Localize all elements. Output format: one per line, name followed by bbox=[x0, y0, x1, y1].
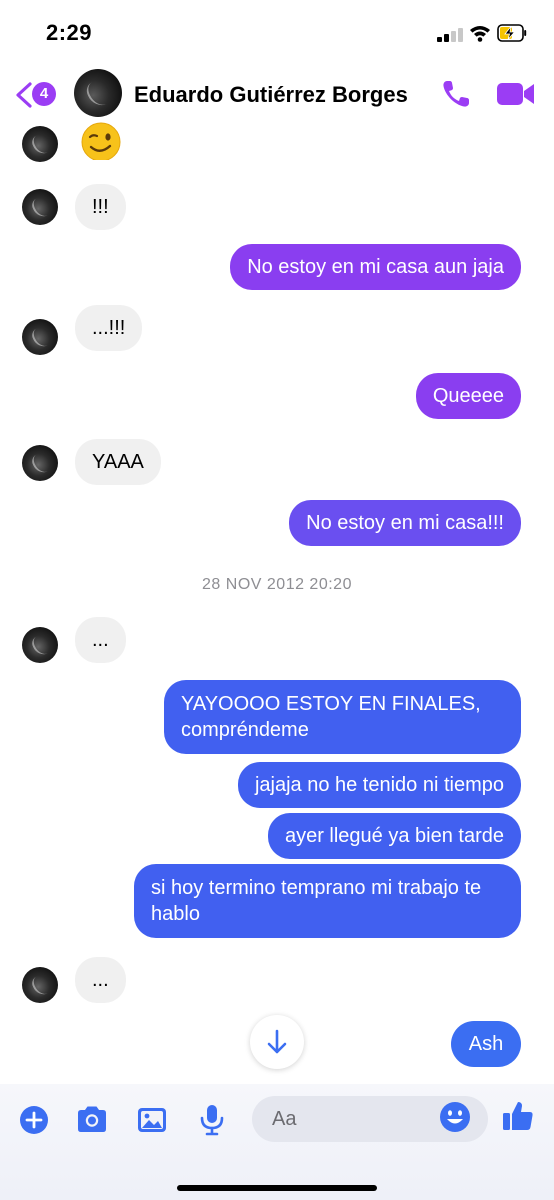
contact-avatar-small bbox=[22, 967, 58, 1003]
incoming-message[interactable]: YAAA bbox=[75, 439, 161, 485]
incoming-message[interactable]: ... bbox=[75, 957, 126, 1003]
video-call-icon[interactable] bbox=[496, 80, 536, 108]
back-button[interactable]: 4 bbox=[14, 78, 60, 110]
outgoing-message[interactable]: jajaja no he tenido ni tiempo bbox=[237, 762, 521, 808]
incoming-message[interactable]: ... bbox=[75, 617, 126, 663]
outgoing-message[interactable]: No estoy en mi casa!!! bbox=[289, 500, 521, 546]
battery-charging-icon bbox=[497, 24, 527, 42]
contact-avatar-small bbox=[22, 445, 58, 481]
conversation-timestamp: 28 NOV 2012 20:20 bbox=[202, 576, 352, 593]
contact-avatar[interactable] bbox=[74, 69, 122, 117]
microphone-icon[interactable] bbox=[194, 1102, 230, 1138]
thumbs-up-icon[interactable] bbox=[500, 1098, 536, 1134]
outgoing-message[interactable]: YAYOOOO ESTOY EN FINALES, compréndeme bbox=[164, 680, 521, 754]
contact-avatar-small bbox=[22, 189, 58, 225]
status-bar: 2:29 bbox=[0, 0, 554, 66]
quick-reply-button[interactable]: Ash bbox=[451, 1021, 521, 1067]
emoji-icon[interactable] bbox=[438, 1100, 472, 1134]
message-input[interactable] bbox=[272, 1096, 432, 1142]
image-icon[interactable] bbox=[134, 1102, 170, 1138]
incoming-message[interactable]: ...!!! bbox=[75, 305, 143, 351]
contact-avatar-small bbox=[22, 627, 58, 663]
message-composer bbox=[0, 1084, 554, 1200]
contact-avatar-small bbox=[22, 319, 58, 355]
conversation-header: 4 Eduardo Gutiérrez Borges bbox=[0, 66, 554, 124]
outgoing-message[interactable]: Queeee bbox=[415, 373, 521, 419]
unread-count-badge: 4 bbox=[32, 82, 56, 106]
cellular-signal-icon bbox=[437, 26, 463, 42]
home-indicator bbox=[177, 1185, 377, 1191]
phone-call-icon[interactable] bbox=[440, 78, 472, 110]
outgoing-message[interactable]: si hoy termino temprano mi trabajo te ha… bbox=[134, 864, 521, 938]
contact-avatar-small bbox=[22, 126, 58, 162]
outgoing-message[interactable]: No estoy en mi casa aun jaja bbox=[230, 244, 521, 290]
wifi-icon bbox=[470, 26, 490, 42]
outgoing-message[interactable]: ayer llegué ya bien tarde bbox=[267, 813, 521, 859]
winking-face-emoji-icon bbox=[81, 122, 121, 160]
camera-icon[interactable] bbox=[74, 1102, 110, 1138]
scroll-to-bottom-button[interactable] bbox=[250, 1015, 304, 1069]
status-time: 2:29 bbox=[46, 20, 93, 45]
contact-name[interactable]: Eduardo Gutiérrez Borges bbox=[134, 82, 408, 108]
message-list[interactable]: !!! No estoy en mi casa aun jaja ...!!! … bbox=[0, 122, 554, 1084]
chevron-left-icon bbox=[16, 82, 32, 108]
plus-icon[interactable] bbox=[16, 1102, 52, 1138]
incoming-message[interactable]: !!! bbox=[75, 184, 126, 230]
arrow-down-icon bbox=[267, 1029, 287, 1054]
